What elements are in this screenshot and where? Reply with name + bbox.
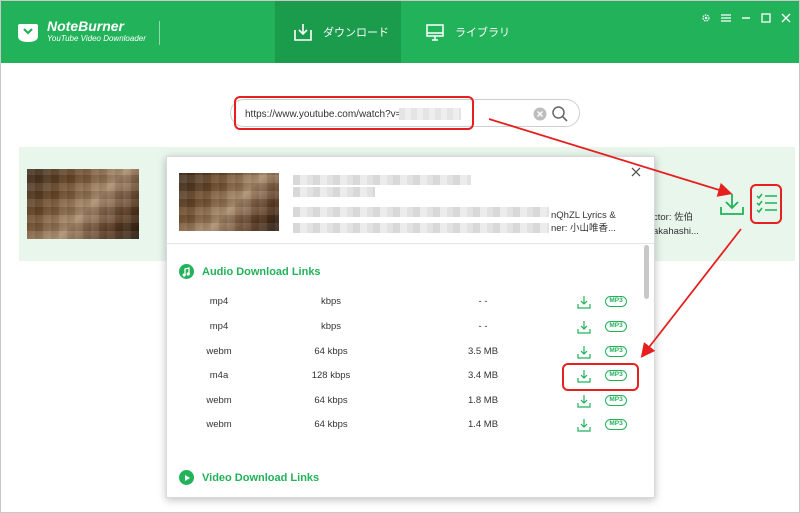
tab-library[interactable]: ライブラリ <box>423 1 533 63</box>
app-window: NoteBurner YouTube Video Downloader ダウンロ… <box>0 0 800 513</box>
audio-format: webm <box>206 395 232 406</box>
download-links-popup: nQhZL Lyrics & ner: 小山唯香... Audio Downlo… <box>166 156 655 498</box>
gear-icon[interactable] <box>701 11 711 25</box>
video-meta-line1: ctor: 佐伯 <box>653 212 694 223</box>
popup-close-icon[interactable] <box>629 165 643 179</box>
video-section-title: Video Download Links <box>179 470 319 485</box>
audio-bitrate: 64 kbps <box>314 346 348 357</box>
video-meta: ctor: 佐伯 akahashi... <box>653 211 699 239</box>
download-icon[interactable] <box>719 191 745 217</box>
audio-link-row: webm 64 kbps 1.8 MB MP3 <box>167 389 654 413</box>
audio-bitrate: kbps <box>320 296 342 307</box>
audio-section-title: Audio Download Links <box>179 264 321 279</box>
audio-format: mp4 <box>209 321 229 332</box>
video-thumbnail <box>27 169 139 239</box>
app-logo-icon <box>17 23 39 43</box>
popup-desc-redaction <box>293 207 549 217</box>
minimize-icon[interactable] <box>741 11 751 25</box>
close-icon[interactable] <box>781 11 791 25</box>
download-icon[interactable] <box>577 345 591 359</box>
monitor-icon <box>426 24 444 41</box>
audio-size: 3.5 MB <box>467 346 499 357</box>
window-controls <box>701 11 791 25</box>
download-tab-icon <box>294 24 312 41</box>
header-divider <box>159 21 160 45</box>
title-bar: NoteBurner YouTube Video Downloader ダウンロ… <box>1 1 799 63</box>
mp3-convert-button[interactable]: MP3 <box>605 419 627 430</box>
brand: NoteBurner YouTube Video Downloader <box>47 18 146 44</box>
tab-library-label: ライブラリ <box>455 27 510 39</box>
popup-title-tail-line2: ner: 小山唯香... <box>551 223 616 234</box>
audio-size: 1.8 MB <box>467 395 499 406</box>
audio-size: 1.4 MB <box>467 419 499 430</box>
audio-format: mp4 <box>209 296 229 307</box>
audio-format: webm <box>206 346 232 357</box>
audio-size: 3.4 MB <box>467 370 499 381</box>
menu-icon[interactable] <box>721 11 731 25</box>
clear-icon[interactable] <box>533 107 547 121</box>
search-icon[interactable] <box>551 105 569 123</box>
audio-link-row: webm 64 kbps 1.4 MB MP3 <box>167 413 654 437</box>
audio-size: - - <box>478 321 488 332</box>
popup-thumbnail <box>179 173 279 231</box>
audio-format: webm <box>206 419 232 430</box>
mp3-convert-button[interactable]: MP3 <box>605 321 627 332</box>
audio-size: - - <box>478 296 488 307</box>
annotation-highlight-list <box>750 184 782 224</box>
popup-title-tail-line1: nQhZL Lyrics & <box>551 210 616 221</box>
annotation-highlight-m4a <box>562 363 639 391</box>
popup-title-tail: nQhZL Lyrics & ner: 小山唯香... <box>551 209 616 235</box>
popup-desc-redaction-2 <box>293 223 549 233</box>
audio-bitrate: 64 kbps <box>314 419 348 430</box>
audio-bitrate: kbps <box>320 321 342 332</box>
download-icon[interactable] <box>577 295 591 309</box>
audio-format: m4a <box>209 370 229 381</box>
brand-name: NoteBurner <box>47 18 125 34</box>
popup-title-redaction <box>293 175 471 185</box>
audio-bitrate: 64 kbps <box>314 395 348 406</box>
play-icon <box>179 470 194 485</box>
mp3-convert-button[interactable]: MP3 <box>605 346 627 357</box>
audio-section-label: Audio Download Links <box>202 265 321 278</box>
audio-link-row: mp4 kbps - - MP3 <box>167 290 654 314</box>
download-icon[interactable] <box>577 320 591 334</box>
mp3-convert-button[interactable]: MP3 <box>605 296 627 307</box>
download-icon[interactable] <box>577 394 591 408</box>
audio-link-row: mp4 kbps - - MP3 <box>167 315 654 339</box>
audio-link-row: webm 64 kbps 3.5 MB MP3 <box>167 340 654 364</box>
audio-bitrate: 128 kbps <box>311 370 351 381</box>
tab-download-label: ダウンロード <box>323 27 389 39</box>
mp3-convert-button[interactable]: MP3 <box>605 395 627 406</box>
popup-title-redaction-2 <box>293 187 375 197</box>
brand-subtitle: YouTube Video Downloader <box>47 34 146 43</box>
tab-download[interactable]: ダウンロード <box>275 1 401 63</box>
music-note-icon <box>179 264 194 279</box>
video-section-label: Video Download Links <box>202 471 320 484</box>
annotation-highlight-url <box>234 96 474 130</box>
video-meta-line2: akahashi... <box>653 226 699 237</box>
maximize-icon[interactable] <box>761 11 771 25</box>
popup-separator <box>167 243 654 244</box>
download-icon[interactable] <box>577 418 591 432</box>
